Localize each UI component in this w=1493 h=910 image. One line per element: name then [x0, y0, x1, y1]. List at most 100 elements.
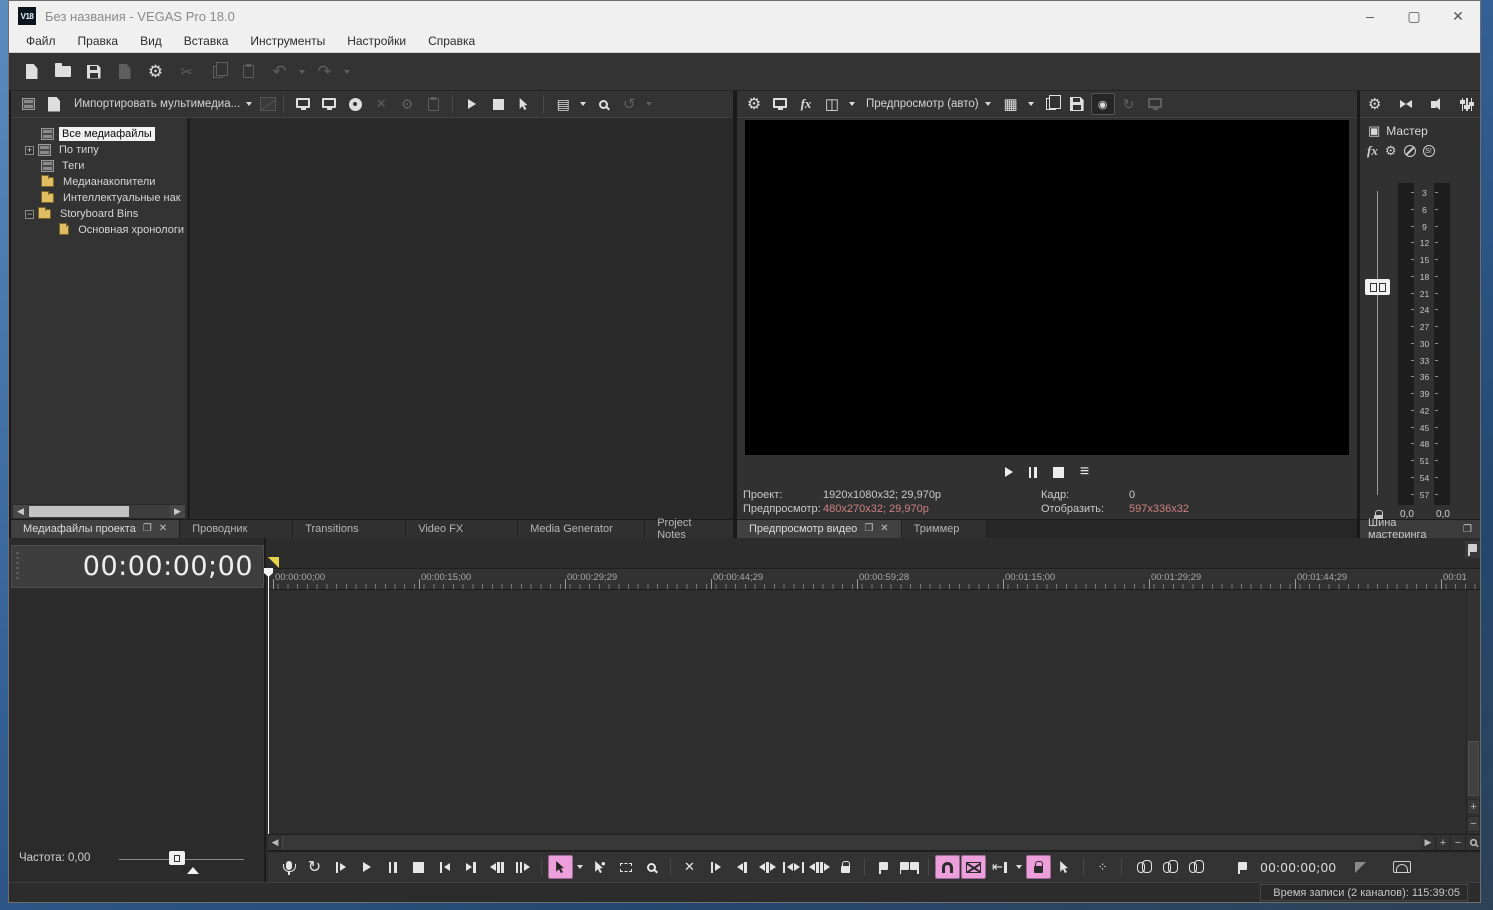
save-button[interactable] — [79, 58, 108, 86]
go-to-start-button[interactable] — [432, 855, 457, 879]
vscroll-thumb[interactable] — [1468, 741, 1479, 796]
insert-marker-button[interactable] — [871, 855, 896, 879]
scroll-right-icon[interactable]: ▶ — [170, 505, 185, 518]
rate-reset-marker[interactable] — [187, 867, 199, 874]
media-fx-button[interactable] — [421, 93, 445, 115]
tab-explorer[interactable]: Проводник — [180, 520, 294, 538]
menu-file[interactable]: Файл — [15, 31, 67, 52]
scroll-right-icon[interactable]: ▶ — [1421, 835, 1435, 850]
envelope-tool-button[interactable] — [587, 855, 612, 879]
import-media-button[interactable] — [42, 93, 66, 115]
stream-link-button[interactable] — [1128, 855, 1153, 879]
copy-snapshot-button[interactable] — [1039, 93, 1063, 115]
group-events-button[interactable]: ⁘ — [1090, 855, 1115, 879]
tab-transitions[interactable]: Transitions — [293, 520, 407, 538]
timeline-canvas[interactable] — [268, 590, 1466, 834]
media-properties-button[interactable]: ⚙ — [395, 93, 419, 115]
views-dropdown[interactable] — [577, 102, 589, 106]
loop-playback-button[interactable]: ↻ — [302, 855, 327, 879]
split-screen-button[interactable]: ◫ — [820, 93, 844, 115]
collapse-icon[interactable]: − — [25, 209, 34, 219]
transport-timecode[interactable]: 00:00:00;00 — [1260, 860, 1336, 875]
copy-button[interactable] — [203, 58, 232, 86]
preview-quality-dropdown[interactable]: Предпросмотр (авто) — [860, 96, 997, 112]
media-play-button[interactable] — [460, 93, 484, 115]
tab-project-notes[interactable]: Project Notes — [645, 517, 733, 541]
menu-options[interactable]: Настройки — [336, 31, 417, 52]
float-window-icon[interactable]: ❐ — [1463, 524, 1472, 535]
tree-hscrollbar[interactable]: ◀ ▶ — [12, 504, 186, 519]
fader-track[interactable] — [1377, 191, 1378, 495]
preview-play-button[interactable] — [1004, 467, 1013, 477]
undo-button[interactable]: ↶ — [265, 58, 294, 86]
selection-tool-button[interactable] — [613, 855, 638, 879]
views-button[interactable]: ▤ — [551, 93, 575, 115]
remove-media-button[interactable]: ✕ — [369, 93, 393, 115]
stream-sync-button[interactable] — [1180, 855, 1205, 879]
marker-pin-button[interactable] — [1230, 855, 1255, 879]
tree-item-storyboard-bins[interactable]: − Storyboard Bins — [11, 206, 187, 222]
tree-item-media-bins[interactable]: Медианакопители — [11, 174, 187, 190]
media-stop-button[interactable] — [486, 93, 510, 115]
trim-start-button[interactable] — [703, 855, 728, 879]
float-window-icon[interactable]: ❐ — [143, 524, 152, 534]
menu-insert[interactable]: Вставка — [173, 31, 240, 52]
master-fader-handle[interactable] — [1365, 279, 1390, 295]
menu-help[interactable]: Справка — [417, 31, 486, 52]
solo-icon[interactable]: S! — [1422, 145, 1435, 157]
tree-item-main-timeline[interactable]: Основная хронологи — [11, 222, 187, 238]
lock-event-button[interactable] — [833, 855, 858, 879]
float-window-icon[interactable]: ❐ — [864, 524, 873, 534]
overlays-button[interactable]: ▦ — [999, 93, 1023, 115]
zoom-in-button[interactable]: + — [1435, 835, 1450, 850]
zoom-in-vertical-button[interactable]: + — [1467, 799, 1480, 815]
hscroll-track[interactable] — [282, 835, 1421, 850]
close-icon[interactable]: ✕ — [159, 524, 167, 534]
snap-toggle-button[interactable] — [935, 855, 960, 879]
preview-stop-button[interactable] — [1052, 466, 1064, 478]
previous-frame-button[interactable] — [484, 855, 509, 879]
play-from-start-button[interactable] — [328, 855, 353, 879]
playhead-cursor[interactable] — [264, 568, 273, 834]
close-button[interactable]: ✕ — [1436, 1, 1480, 31]
insert-bus-button[interactable] — [1400, 100, 1413, 108]
tab-video-preview[interactable]: Предпросмотр видео ❐ ✕ — [737, 520, 902, 538]
split-button[interactable]: ✕ — [677, 855, 702, 879]
lock-envelopes-button[interactable] — [1026, 855, 1051, 879]
tree-item-tags[interactable]: Теги — [11, 158, 187, 174]
media-undo-button[interactable]: ↺ — [617, 93, 641, 115]
menu-tools[interactable]: Инструменты — [239, 31, 336, 52]
menu-view[interactable]: Вид — [129, 31, 173, 52]
auto-preview-button[interactable] — [512, 93, 536, 115]
toggle-preview-button[interactable]: ◉ — [1090, 93, 1115, 115]
zoom-out-button[interactable]: − — [1450, 835, 1465, 850]
preview-menu-button[interactable]: ≡ — [1080, 463, 1089, 481]
video-display[interactable] — [745, 120, 1349, 455]
auto-crossfade-button[interactable] — [961, 855, 986, 879]
edit-tool-dropdown[interactable] — [574, 865, 586, 869]
master-bus-header[interactable]: ▣ Мастер — [1368, 123, 1428, 139]
scroll-thumb[interactable] — [29, 506, 129, 517]
insert-region-button[interactable] — [897, 855, 922, 879]
external-monitor-button[interactable] — [768, 93, 792, 115]
normal-edit-tool-button[interactable] — [548, 855, 573, 879]
overlays-dropdown[interactable] — [1025, 102, 1037, 106]
mixer-view-button[interactable] — [1460, 97, 1474, 111]
preview-settings-button[interactable]: ⚙ — [742, 93, 766, 115]
pause-button[interactable] — [380, 855, 405, 879]
capture-video-button[interactable] — [317, 93, 341, 115]
new-bin-button[interactable] — [16, 93, 40, 115]
split-screen-dropdown[interactable] — [846, 102, 858, 106]
stop-button[interactable] — [406, 855, 431, 879]
tab-trimmer[interactable]: Триммер — [901, 520, 987, 538]
device-explorer-button[interactable] — [291, 93, 315, 115]
media-file-list[interactable] — [190, 118, 733, 519]
render-as-button[interactable] — [110, 58, 139, 86]
play-button[interactable] — [354, 855, 379, 879]
tree-item-by-type[interactable]: + По типу — [11, 142, 187, 158]
timeline-hscrollbar[interactable]: ◀ ▶ + − — [268, 834, 1480, 851]
paste-button[interactable] — [234, 58, 263, 86]
ignore-grouping-button[interactable] — [1052, 855, 1077, 879]
tab-media-generator[interactable]: Media Generator — [518, 520, 646, 538]
new-project-button[interactable] — [17, 58, 46, 86]
